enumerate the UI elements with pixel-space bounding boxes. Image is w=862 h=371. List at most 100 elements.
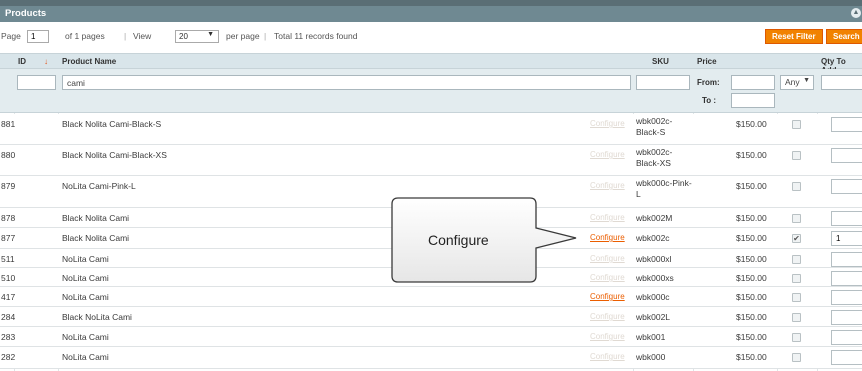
qty-input[interactable] xyxy=(831,179,862,194)
qty-input[interactable] xyxy=(831,117,862,132)
panel-title: Products xyxy=(5,8,47,19)
row-checkbox[interactable]: ✔ xyxy=(792,234,801,243)
id-filter-input[interactable] xyxy=(17,75,56,90)
qty-input[interactable] xyxy=(831,231,862,246)
row-id: 283 xyxy=(1,332,16,342)
page-label: Page xyxy=(1,31,21,41)
table-row[interactable]: 417 NoLita Cami Configure wbk000c $150.0… xyxy=(0,287,862,307)
row-sku: wbk000xl xyxy=(636,254,672,264)
price-to-input[interactable] xyxy=(731,93,775,108)
row-price: $150.00 xyxy=(736,332,767,342)
configure-link[interactable]: Configure xyxy=(590,233,625,242)
row-checkbox[interactable] xyxy=(792,182,801,191)
row-price: $150.00 xyxy=(736,150,767,160)
qty-input[interactable] xyxy=(831,252,862,267)
qty-input[interactable] xyxy=(831,310,862,325)
reset-filter-button[interactable]: Reset Filter xyxy=(765,29,823,44)
column-sku[interactable]: SKU xyxy=(652,57,669,66)
configure-link[interactable]: Configure xyxy=(590,119,625,128)
qty-input[interactable] xyxy=(831,350,862,365)
qty-input[interactable] xyxy=(831,211,862,226)
configure-link[interactable]: Configure xyxy=(590,292,625,301)
row-id: 284 xyxy=(1,312,16,322)
configure-link[interactable]: Configure xyxy=(590,273,625,282)
filter-row: From: To : Any ▼ xyxy=(0,69,862,113)
row-sku: wbk000c xyxy=(636,292,670,302)
qty-input[interactable] xyxy=(831,330,862,345)
row-product-name: NoLita Cami xyxy=(62,273,109,283)
table-row[interactable]: 284 Black NoLita Cami Configure wbk002L … xyxy=(0,307,862,327)
configure-link[interactable]: Configure xyxy=(590,254,625,263)
configure-link[interactable]: Configure xyxy=(590,213,625,222)
qty-input[interactable] xyxy=(831,290,862,305)
configure-link[interactable]: Configure xyxy=(590,352,625,361)
chevron-up-icon[interactable]: ▲ xyxy=(851,8,861,18)
table-row[interactable]: 283 NoLita Cami Configure wbk001 $150.00 xyxy=(0,327,862,347)
row-checkbox[interactable] xyxy=(792,151,801,160)
price-from-input[interactable] xyxy=(731,75,775,90)
row-checkbox[interactable] xyxy=(792,214,801,223)
row-sku: wbk002c-Black-XS xyxy=(636,147,673,168)
row-id: 511 xyxy=(1,254,15,264)
row-price: $150.00 xyxy=(736,352,767,362)
row-checkbox[interactable] xyxy=(792,293,801,302)
configure-link[interactable]: Configure xyxy=(590,312,625,321)
row-checkbox[interactable] xyxy=(792,313,801,322)
qty-input[interactable] xyxy=(831,148,862,163)
separator: | xyxy=(264,31,267,41)
row-product-name: Black NoLita Cami xyxy=(62,312,132,322)
table-row[interactable]: 282 NoLita Cami Configure wbk000 $150.00 xyxy=(0,347,862,369)
row-checkbox[interactable] xyxy=(792,333,801,342)
column-product-name[interactable]: Product Name xyxy=(62,57,116,66)
row-id: 878 xyxy=(1,213,16,223)
configure-link[interactable]: Configure xyxy=(590,150,625,159)
name-filter-input[interactable] xyxy=(62,75,631,90)
row-id: 877 xyxy=(1,233,16,243)
row-sku: wbk002c xyxy=(636,233,670,243)
row-checkbox[interactable] xyxy=(792,274,801,283)
row-checkbox[interactable] xyxy=(792,255,801,264)
per-page-select[interactable]: 20 ▼ xyxy=(175,30,219,43)
qty-input[interactable] xyxy=(831,271,862,286)
separator: | xyxy=(124,31,127,41)
row-product-name: NoLita Cami xyxy=(62,254,109,264)
callout-text: Configure xyxy=(428,232,489,248)
search-button[interactable]: Search xyxy=(826,29,862,44)
row-sku: wbk000c-Pink-L xyxy=(636,178,692,199)
panel-header: Products ▲ xyxy=(0,0,862,22)
per-page-label: per page xyxy=(226,31,260,41)
row-id: 417 xyxy=(1,292,16,302)
arrow-down-icon[interactable]: ↓ xyxy=(44,57,48,66)
row-checkbox[interactable] xyxy=(792,120,801,129)
row-checkbox[interactable] xyxy=(792,353,801,362)
row-price: $150.00 xyxy=(736,233,767,243)
row-price: $150.00 xyxy=(736,292,767,302)
row-sku: wbk001 xyxy=(636,332,666,342)
page-input[interactable] xyxy=(27,30,49,43)
table-row[interactable]: 881 Black Nolita Cami-Black-S Configure … xyxy=(0,114,862,145)
qty-filter-input[interactable] xyxy=(821,75,862,90)
of-pages-text: of 1 pages xyxy=(65,31,105,41)
per-page-value: 20 xyxy=(179,32,188,41)
any-select[interactable]: Any ▼ xyxy=(780,75,814,90)
row-product-name: NoLita Cami xyxy=(62,352,109,362)
row-price: $150.00 xyxy=(736,254,767,264)
configure-link[interactable]: Configure xyxy=(590,181,625,190)
pager-bar: Page of 1 pages | View 20 ▼ per page | T… xyxy=(0,22,862,48)
column-id[interactable]: ID xyxy=(18,57,26,66)
price-from-label: From: xyxy=(697,78,720,87)
row-price: $150.00 xyxy=(736,273,767,283)
row-id: 510 xyxy=(1,273,16,283)
callout-bubble: Configure xyxy=(390,196,580,290)
table-row[interactable]: 880 Black Nolita Cami-Black-XS Configure… xyxy=(0,145,862,176)
column-price[interactable]: Price xyxy=(697,57,717,66)
row-product-name: Black Nolita Cami-Black-S xyxy=(62,119,162,129)
price-to-label: To : xyxy=(702,96,717,105)
sku-filter-input[interactable] xyxy=(636,75,690,90)
row-id: 881 xyxy=(1,119,16,129)
row-price: $150.00 xyxy=(736,312,767,322)
row-sku: wbk002c-Black-S xyxy=(636,116,673,137)
row-id: 282 xyxy=(1,352,16,362)
configure-link[interactable]: Configure xyxy=(590,332,625,341)
row-sku: wbk000 xyxy=(636,352,666,362)
